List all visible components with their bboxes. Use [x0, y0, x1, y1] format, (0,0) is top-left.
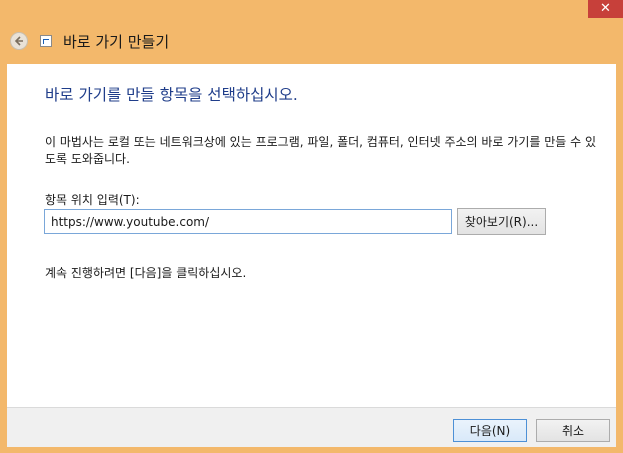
cancel-button[interactable]: 취소: [536, 419, 610, 442]
wizard-content: 바로 가기를 만들 항목을 선택하십시오. 이 마법사는 로컬 또는 네트워크상…: [7, 64, 616, 407]
close-button[interactable]: ✕: [588, 0, 623, 18]
continue-instruction: 계속 진행하려면 [다음]을 클릭하십시오.: [45, 266, 247, 280]
wizard-description: 이 마법사는 로컬 또는 네트워크상에 있는 프로그램, 파일, 폴더, 컴퓨터…: [45, 135, 597, 166]
back-button[interactable]: [10, 32, 28, 50]
shortcut-icon: [40, 35, 52, 47]
location-input[interactable]: [44, 209, 452, 234]
back-arrow-icon: [14, 36, 23, 46]
title-bar: ✕ 바로 가기 만들기: [0, 0, 623, 64]
wizard-footer: 다음(N) 취소: [7, 407, 616, 447]
next-button[interactable]: 다음(N): [453, 419, 527, 442]
location-label: 항목 위치 입력(T):: [45, 193, 140, 207]
browse-button[interactable]: 찾아보기(R)...: [457, 208, 546, 235]
page-heading: 바로 가기를 만들 항목을 선택하십시오.: [45, 86, 298, 104]
wizard-title: 바로 가기 만들기: [63, 33, 170, 51]
